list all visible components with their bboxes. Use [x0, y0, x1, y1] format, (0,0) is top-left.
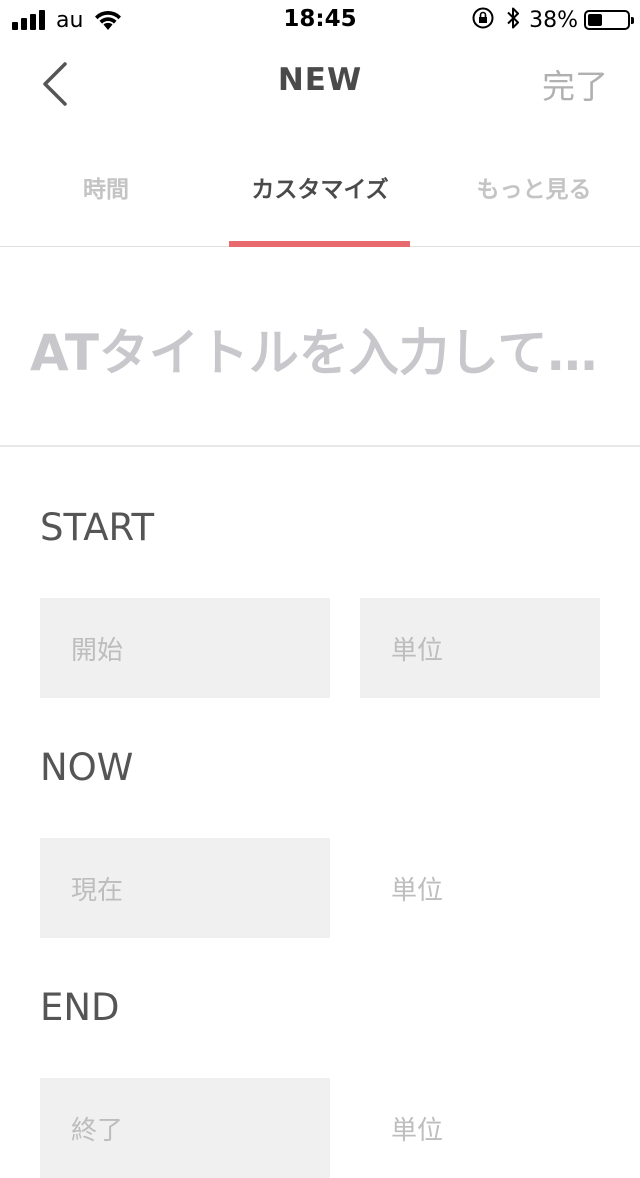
orientation-lock-icon [471, 6, 495, 34]
status-bar-right: 38% [471, 6, 634, 34]
now-unit-input[interactable]: 単位 [360, 838, 600, 938]
bluetooth-icon [505, 6, 521, 34]
now-label: NOW [40, 746, 134, 789]
start-value-input[interactable]: 開始 [40, 598, 330, 698]
end-unit-input[interactable]: 単位 [360, 1078, 600, 1178]
tab-time[interactable]: 時間 [0, 170, 212, 204]
tab-customize[interactable]: カスタマイズ [214, 170, 426, 204]
end-label: END [40, 986, 120, 1029]
title-input-area: ATタイトルを入力して… [0, 247, 640, 447]
start-unit-input[interactable]: 単位 [360, 598, 600, 698]
end-value-input[interactable]: 終了 [40, 1078, 330, 1178]
tab-more[interactable]: もっと見る [428, 170, 640, 204]
title-input[interactable]: ATタイトルを入力して… [30, 313, 630, 385]
battery-percent: 38% [529, 7, 578, 33]
tab-bar: 時間 カスタマイズ もっと見る [0, 148, 640, 247]
status-bar: au 18:45 38% [0, 0, 640, 40]
battery-icon [584, 10, 634, 30]
start-label: START [40, 506, 155, 549]
now-value-input[interactable]: 現在 [40, 838, 330, 938]
battery-level [588, 14, 603, 26]
done-button[interactable]: 完了 [542, 60, 608, 108]
navigation-bar: NEW 完了 [0, 40, 640, 124]
